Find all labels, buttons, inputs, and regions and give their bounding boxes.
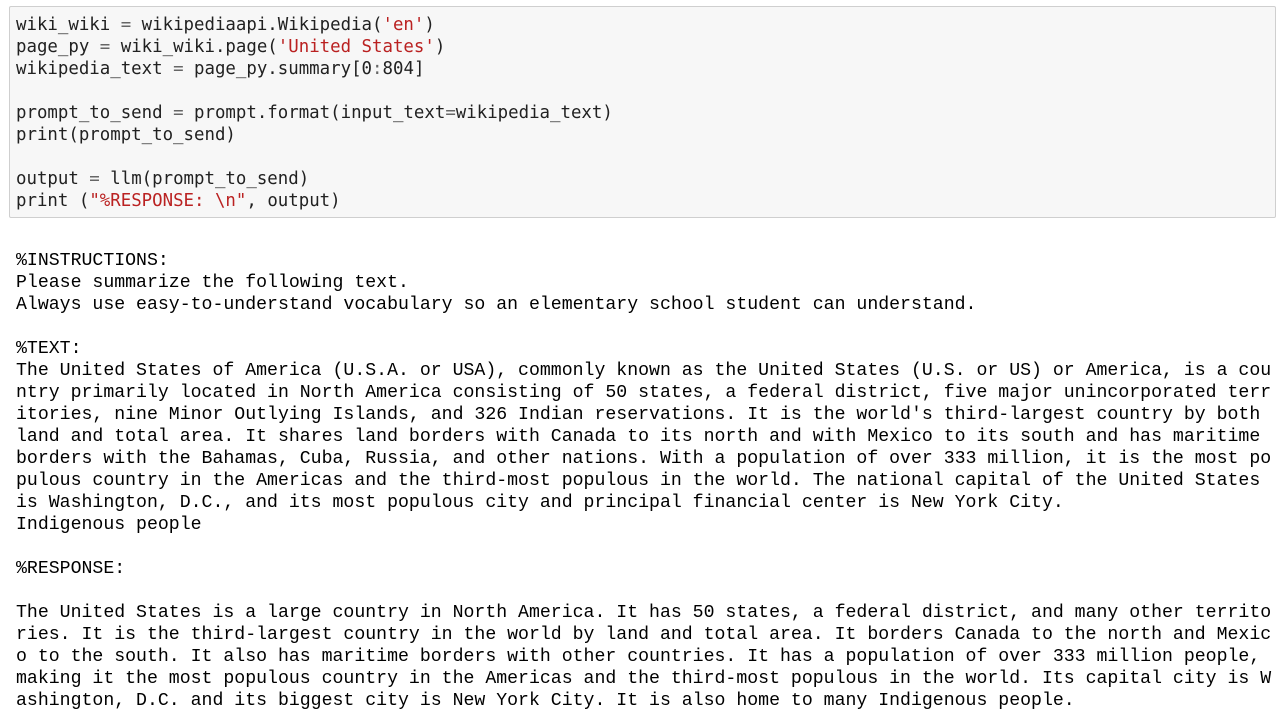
- code-operator-token: =: [173, 59, 184, 79]
- output-line: %RESPONSE:: [16, 559, 126, 579]
- code-token: print: [16, 125, 69, 145]
- output-line: The United States of America (U.S.A. or …: [16, 361, 1272, 381]
- output-line: making it the most populous country in t…: [16, 669, 1272, 689]
- code-string-token: "%RESPONSE: \n": [89, 191, 247, 211]
- code-token: ]: [413, 59, 425, 79]
- code-line: wiki_wiki = wikipediaapi.Wikipedia('en'): [16, 14, 613, 36]
- code-operator-token: =: [89, 169, 100, 189]
- code-token: wiki_wiki: [16, 15, 121, 35]
- output-line: Please summarize the following text.: [16, 273, 409, 293]
- code-line: page_py = wiki_wiki.page('United States'…: [16, 36, 613, 58]
- code-line: prompt_to_send = prompt.format(input_tex…: [16, 102, 613, 124]
- code-operator-token: =: [445, 103, 456, 123]
- code-token: wikipedia_text: [16, 59, 174, 79]
- code-line: wikipedia_text = page_py.summary[0:804]: [16, 58, 613, 80]
- cell-output: %INSTRUCTIONS: Please summarize the follo…: [16, 250, 1272, 712]
- code-editor[interactable]: wiki_wiki = wikipediaapi.Wikipedia('en')…: [16, 14, 613, 212]
- code-string-token: 'en': [382, 15, 425, 35]
- code-line: output = llm(prompt_to_send): [16, 168, 613, 190]
- output-line: itories, nine Minor Outlying Islands, an…: [16, 405, 1261, 425]
- output-line: ntry primarily located in North America …: [16, 383, 1272, 403]
- output-line: land and total area. It shares land bord…: [16, 427, 1261, 447]
- output-line: is Washington, D.C., and its most populo…: [16, 493, 1064, 513]
- output-line: The United States is a large country in …: [16, 603, 1272, 623]
- code-token: wikipediaapi.Wikipedia(: [131, 15, 383, 35]
- code-cell-input[interactable]: wiki_wiki = wikipediaapi.Wikipedia('en')…: [9, 6, 1276, 218]
- output-line: ries. It is the third-largest country in…: [16, 625, 1272, 645]
- output-line: borders with the Bahamas, Cuba, Russia, …: [16, 449, 1272, 469]
- code-string-token: 'United States': [277, 37, 435, 57]
- output-line: pulous country in the Americas and the t…: [16, 471, 1261, 491]
- code-token: llm(prompt_to_send): [99, 169, 310, 189]
- code-token: page_py.summary[: [183, 59, 362, 79]
- output-line: Always use easy-to-understand vocabulary…: [16, 295, 977, 315]
- code-operator-token: :: [372, 59, 383, 79]
- code-token: 0: [361, 59, 373, 79]
- code-token: wikipedia_text): [455, 103, 613, 123]
- output-line: %INSTRUCTIONS:: [16, 251, 169, 271]
- code-token: ): [424, 15, 435, 35]
- code-line: print(prompt_to_send): [16, 124, 613, 146]
- code-operator-token: =: [173, 103, 184, 123]
- code-token: prompt.format(input_text: [183, 103, 446, 123]
- code-line: print ("%RESPONSE: \n", output): [16, 190, 613, 212]
- code-token: (prompt_to_send): [68, 125, 236, 145]
- code-token: output: [16, 169, 90, 189]
- code-token: ): [434, 37, 446, 57]
- code-token: page_py: [16, 37, 100, 57]
- code-token: print: [16, 191, 69, 211]
- code-token: prompt_to_send: [16, 103, 174, 123]
- code-operator-token: =: [99, 37, 111, 57]
- code-token: 804: [382, 59, 414, 79]
- code-token: wiki_wiki.page(: [110, 37, 278, 57]
- code-token: , output): [246, 191, 341, 211]
- output-line: Indigenous people: [16, 515, 202, 535]
- output-line: o to the south. It also has maritime bor…: [16, 647, 1261, 667]
- output-line: ashington, D.C. and its biggest city is …: [16, 691, 1075, 711]
- code-token: (: [68, 191, 90, 211]
- output-line: %TEXT:: [16, 339, 82, 359]
- code-operator-token: =: [120, 15, 132, 35]
